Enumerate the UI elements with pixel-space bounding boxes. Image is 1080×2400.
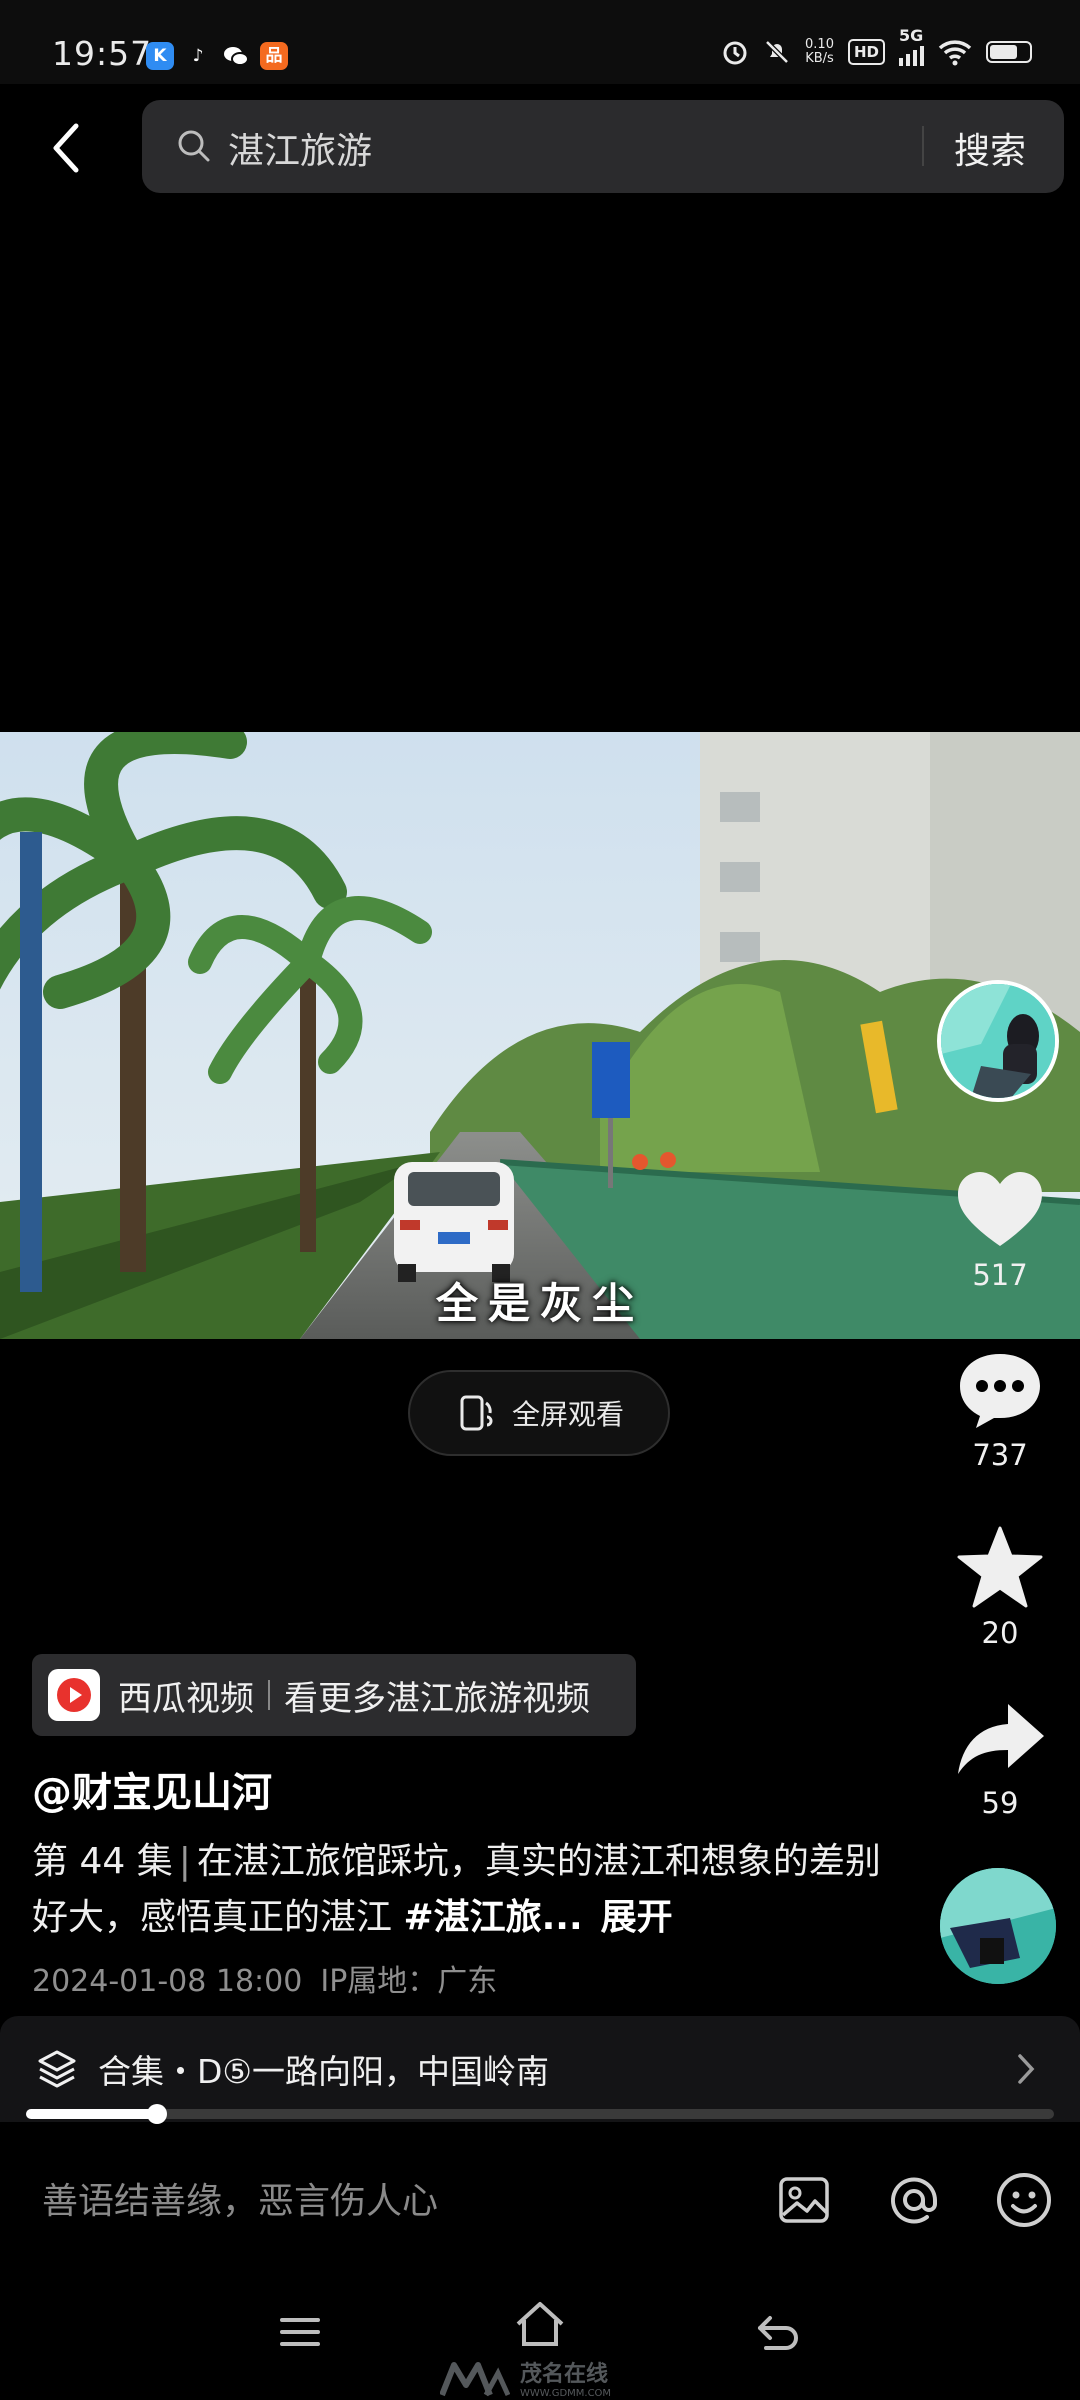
favorite-button[interactable]: 20	[944, 1526, 1056, 1650]
like-count: 517	[972, 1258, 1028, 1292]
tiktok-icon: ♪	[192, 46, 204, 66]
search-query[interactable]: 湛江旅游	[228, 122, 372, 174]
comment-button[interactable]: 737	[944, 1350, 1056, 1472]
star-icon	[957, 1526, 1043, 1608]
video-progress-bar[interactable]	[26, 2104, 1054, 2124]
wechat-icon	[222, 42, 250, 70]
cell-signal-icon: 5G	[899, 26, 924, 66]
favorite-count: 20	[981, 1616, 1019, 1650]
return-arrow-icon	[758, 2316, 798, 2350]
kuaishou-k-icon: K	[146, 42, 174, 70]
comment-input[interactable]: 善语结善缘，恶言伤人心	[42, 2172, 438, 2224]
home-button[interactable]	[514, 2300, 566, 2352]
fullscreen-label: 全屏观看	[511, 1398, 624, 1431]
like-button[interactable]: 517	[944, 1170, 1056, 1292]
video-frame-image	[0, 732, 1080, 1339]
image-icon	[779, 2177, 829, 2223]
comment-bar: 善语结善缘，恶言伤人心	[0, 2130, 1080, 2270]
back-nav-button[interactable]	[756, 2312, 802, 2358]
wifi-icon	[938, 40, 972, 66]
orange-app-icon: 品	[260, 42, 288, 70]
net-speed-value: 0.10	[805, 37, 834, 52]
search-icon	[178, 130, 210, 162]
progress-knob[interactable]	[146, 2104, 167, 2124]
hashtag-link[interactable]: #湛江旅...	[403, 1897, 582, 1938]
alarm-icon	[723, 41, 747, 65]
back-button[interactable]	[30, 108, 102, 188]
chevron-left-icon	[53, 123, 79, 173]
comment-count: 737	[972, 1438, 1028, 1472]
share-count: 59	[981, 1786, 1019, 1820]
episode-separator: |	[178, 1841, 191, 1882]
collection-label: 合集・D⑤一路向阳，中国岭南	[98, 2052, 549, 2091]
notification-icons: K ♪ 品	[146, 42, 288, 70]
post-description[interactable]: 第 44 集 | 在湛江旅馆踩坑，真实的湛江和想象的差别好大，感悟真正的湛江 #湛江…	[32, 1834, 892, 1946]
share-button[interactable]: 59	[944, 1700, 1056, 1820]
watermark-url: WWW.GDMM.COM	[520, 2388, 612, 2399]
ip-location: IP属地：广东	[320, 1964, 498, 1999]
xigua-banner[interactable]: 西瓜视频 看更多湛江旅游视频	[32, 1654, 636, 1736]
status-time: 19:57	[52, 34, 153, 73]
search-button[interactable]: 搜索	[954, 122, 1026, 174]
post-date: 2024-01-08 18:00	[32, 1964, 303, 1999]
share-arrow-icon	[958, 1704, 1044, 1774]
author-name[interactable]: @财宝见山河	[32, 1760, 272, 1818]
watermark-logo-icon	[440, 2361, 510, 2396]
at-sign-icon	[891, 2177, 937, 2224]
progress-fill	[26, 2109, 157, 2119]
episode-label: 第 44 集	[32, 1841, 173, 1882]
search-box[interactable]: 湛江旅游 搜索	[142, 100, 1064, 193]
signal-5g-label: 5G	[899, 26, 924, 45]
comment-bubble-icon	[960, 1354, 1040, 1428]
rotate-phone-icon	[460, 1395, 493, 1431]
heart-icon	[958, 1172, 1042, 1246]
layers-icon	[38, 2050, 76, 2088]
system-status: 0.10 KB/s HD 5G	[721, 26, 1032, 66]
xigua-video-logo-icon	[48, 1669, 100, 1721]
author-avatar[interactable]	[937, 980, 1059, 1102]
watermark: 茂名在线 WWW.GDMM.COM	[440, 2356, 611, 2399]
mute-bell-icon	[765, 40, 789, 64]
recents-button[interactable]	[278, 2312, 322, 2356]
status-bar: 19:57 K ♪ 品 0.10 KB/s HD 5G	[0, 0, 1080, 84]
expand-button[interactable]: 展开	[601, 1897, 673, 1938]
banner-cta: 看更多湛江旅游视频	[284, 1678, 590, 1719]
net-speed-unit: KB/s	[805, 51, 834, 66]
watermark-brand: 茂名在线	[520, 2362, 609, 2387]
banner-separator	[268, 1680, 270, 1710]
search-divider	[922, 126, 924, 166]
emoji-button[interactable]	[992, 2168, 1056, 2232]
image-button[interactable]	[772, 2168, 836, 2232]
fullscreen-button[interactable]: 全屏观看	[408, 1370, 670, 1456]
mention-button[interactable]	[882, 2168, 946, 2232]
battery-icon	[986, 41, 1032, 63]
menu-lines-icon	[280, 2318, 320, 2346]
network-speed: 0.10 KB/s	[805, 38, 834, 66]
music-disc[interactable]	[940, 1868, 1056, 1984]
banner-app-name: 西瓜视频	[118, 1678, 254, 1719]
post-meta: 2024-01-08 18:00 IP属地：广东	[32, 1956, 497, 2000]
home-icon	[516, 2302, 564, 2346]
video-player[interactable]	[0, 732, 1080, 1339]
hd-badge: HD	[847, 39, 885, 65]
video-subtitle: 全是灰尘	[435, 1279, 644, 1328]
chevron-right-icon	[1018, 2054, 1035, 2084]
smiley-icon	[997, 2173, 1051, 2227]
